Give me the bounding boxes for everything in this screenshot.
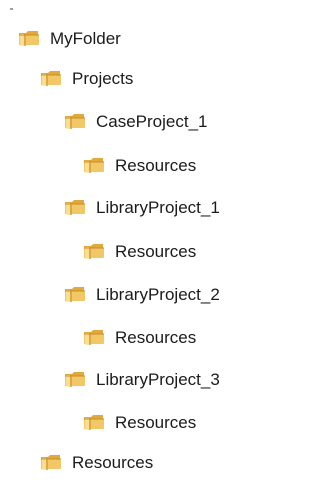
tree-node-label: LibraryProject_1 xyxy=(96,197,220,217)
tree-node-label: Resources xyxy=(72,452,154,472)
tree-node-label: LibraryProject_3 xyxy=(96,369,220,389)
tree-node-label: MyFolder xyxy=(50,28,121,48)
tree-node-label: CaseProject_1 xyxy=(96,111,208,131)
tree-node-caseproject-1[interactable]: CaseProject_1 xyxy=(64,101,208,141)
folder-icon xyxy=(19,31,39,46)
folder-icon xyxy=(84,415,104,430)
tree-node-label: LibraryProject_2 xyxy=(96,284,220,304)
tree-node-label: Resources xyxy=(115,155,197,175)
tree-node-label: Resources xyxy=(115,412,197,432)
tree-node-resources[interactable]: Resources xyxy=(40,442,153,482)
tree-node-resources[interactable]: Resources xyxy=(83,145,196,185)
tree-node-label: Projects xyxy=(72,68,134,88)
tree-node-label: Resources xyxy=(115,241,197,261)
folder-icon xyxy=(65,200,85,215)
folder-icon xyxy=(65,114,85,129)
folder-tree: MyFolder Projects CaseProject_1 Resource… xyxy=(0,0,278,474)
tree-node-libraryproject-1[interactable]: LibraryProject_1 xyxy=(64,187,220,227)
tree-node-resources[interactable]: Resources xyxy=(83,402,196,442)
folder-icon xyxy=(65,372,85,387)
folder-icon xyxy=(84,158,104,173)
folder-icon xyxy=(41,455,61,470)
folder-icon xyxy=(84,244,104,259)
tree-node-label: Resources xyxy=(115,327,197,347)
tree-node-projects[interactable]: Projects xyxy=(40,58,133,98)
tree-node-libraryproject-3[interactable]: LibraryProject_3 xyxy=(64,359,220,399)
tree-node-libraryproject-2[interactable]: LibraryProject_2 xyxy=(64,274,220,314)
tree-node-resources[interactable]: Resources xyxy=(83,317,196,357)
tree-node-myfolder[interactable]: MyFolder xyxy=(18,18,121,58)
tree-node-resources[interactable]: Resources xyxy=(83,231,196,271)
folder-icon xyxy=(41,71,61,86)
folder-icon xyxy=(65,287,85,302)
tree-edge-mark xyxy=(10,8,13,10)
folder-icon xyxy=(84,330,104,345)
